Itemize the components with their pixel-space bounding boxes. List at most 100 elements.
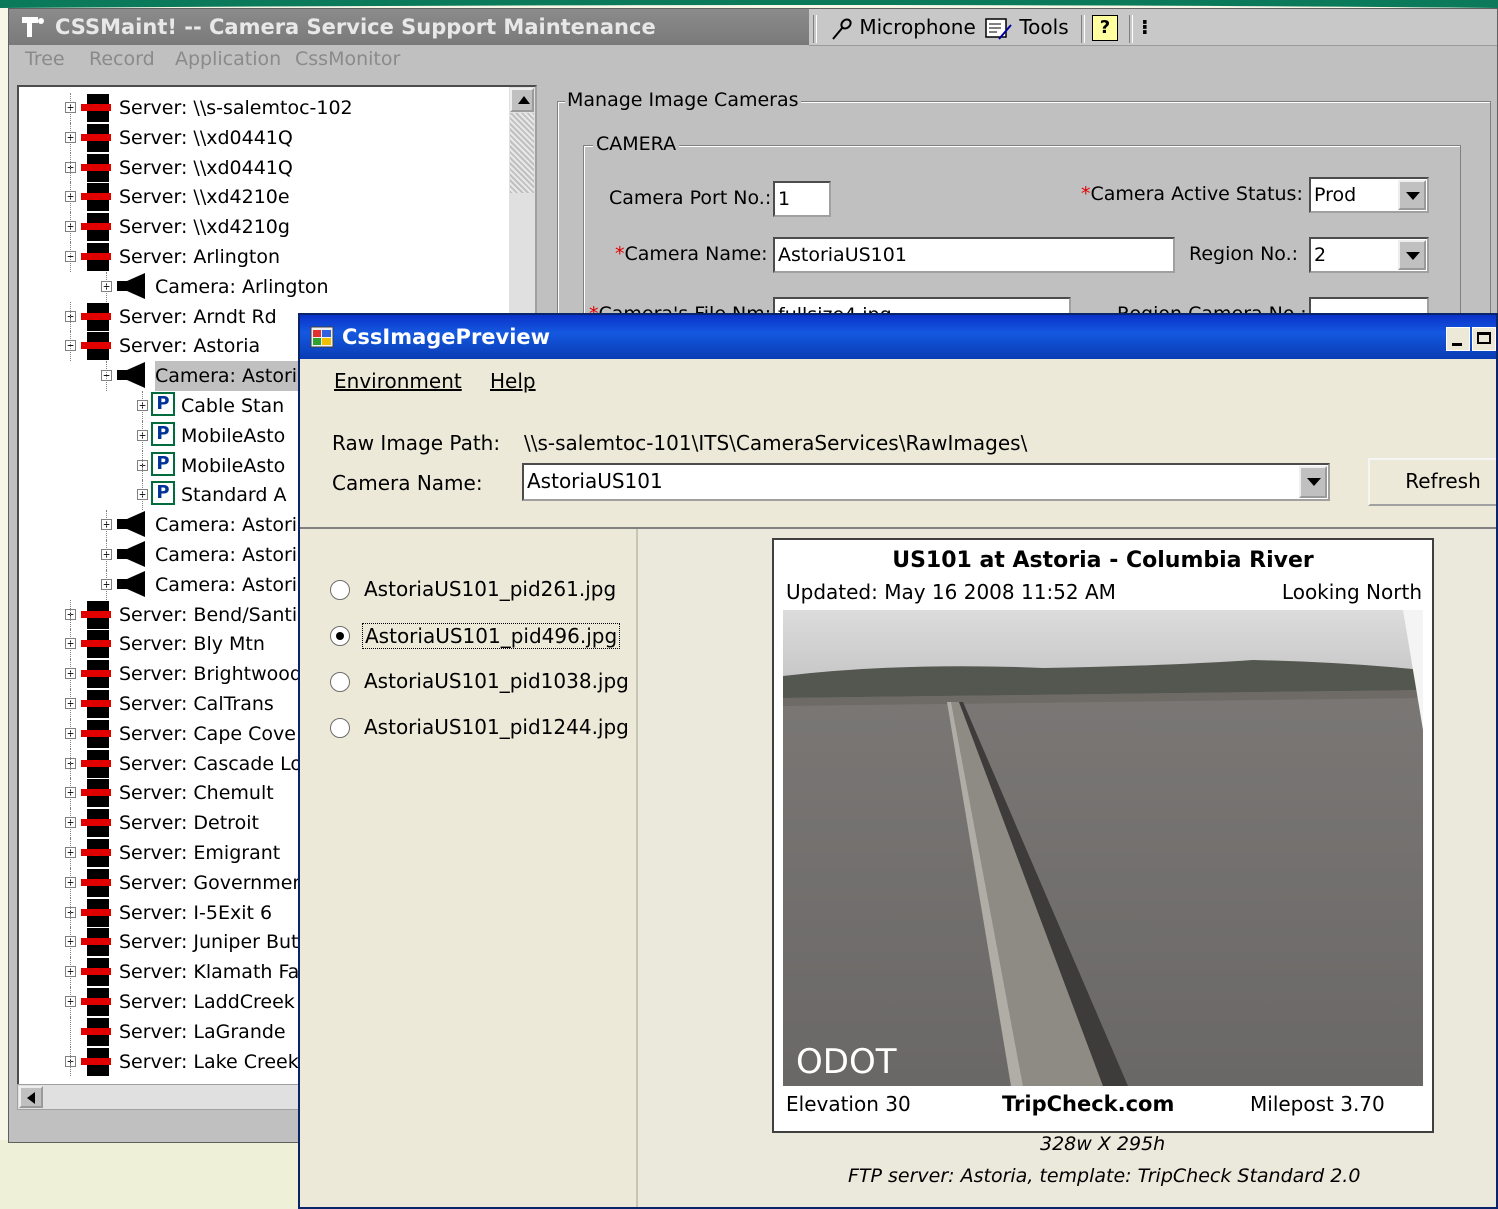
- tree-node-label[interactable]: Camera: Astoria: [155, 510, 309, 540]
- camera-name-combobox[interactable]: AstoriaUS101: [522, 463, 1330, 501]
- file-radio-0[interactable]: [330, 580, 350, 600]
- help-button[interactable]: ?: [1092, 15, 1118, 41]
- tree-node-label[interactable]: Camera: Astoria: [155, 361, 309, 392]
- dropdown-arrow-icon[interactable]: [1398, 180, 1426, 210]
- tree-node-label[interactable]: Server: LaddCreek: [119, 987, 295, 1017]
- tree-node-label[interactable]: Server: Bend/Santi: [119, 600, 297, 630]
- cssmaint-title-text: CSSMaint! -- Camera Service Support Main…: [55, 15, 656, 39]
- file-radio-3[interactable]: [330, 718, 350, 738]
- cssmaint-title-bar: CSSMaint! -- Camera Service Support Main…: [9, 9, 809, 45]
- camera-icon: [117, 511, 145, 538]
- region-select[interactable]: 2: [1309, 237, 1429, 273]
- tree-connector: [70, 182, 71, 213]
- file-label-2[interactable]: AstoriaUS101_pid1038.jpg: [364, 669, 629, 693]
- menu-environment[interactable]: Environment: [334, 369, 462, 393]
- tree-node-label[interactable]: Standard A: [181, 480, 286, 510]
- microphone-icon: [832, 18, 852, 40]
- tree-node-label[interactable]: Camera: Astoria: [155, 540, 309, 570]
- tree-node-label[interactable]: Server: Emigrant: [119, 838, 280, 868]
- tree-connector: [70, 689, 71, 719]
- tools-button[interactable]: Tools: [985, 9, 1069, 45]
- manage-cameras-form: Manage Image Cameras CAMERA Camera Port …: [549, 87, 1498, 347]
- file-radio-2[interactable]: [330, 672, 350, 692]
- tree-node-label[interactable]: Server: CalTrans: [119, 689, 274, 719]
- server-icon: [81, 809, 111, 838]
- tree-node-label[interactable]: Server: Arlington: [119, 242, 280, 272]
- scroll-left-button[interactable]: [19, 1086, 43, 1108]
- tree-node-label[interactable]: Cable Stan: [181, 391, 284, 421]
- toolbar-overflow-handle[interactable]: ⁝: [1141, 9, 1149, 45]
- dropdown-arrow-icon[interactable]: [1299, 466, 1327, 498]
- menu-tree[interactable]: Tree: [25, 48, 65, 70]
- tree-node-label[interactable]: Server: \\s-salemtoc-102: [119, 93, 353, 123]
- tree-node-label[interactable]: Server: Detroit: [119, 808, 259, 838]
- menu-help[interactable]: Help: [490, 369, 536, 393]
- menu-environment-label: Environment: [334, 369, 462, 393]
- tree-node-label[interactable]: MobileAsto: [181, 451, 285, 481]
- tools-label: Tools: [1019, 15, 1069, 39]
- camera-name-input[interactable]: AstoriaUS101: [773, 237, 1175, 273]
- dropdown-arrow-icon[interactable]: [1398, 240, 1426, 270]
- camera-active-status-select[interactable]: Prod: [1309, 177, 1429, 213]
- tree-node-label[interactable]: Server: LaGrande: [119, 1017, 286, 1047]
- tree-node-label[interactable]: Server: Lake Creek: [119, 1047, 299, 1077]
- camera-name-combobox-value: AstoriaUS101: [527, 469, 663, 493]
- main-menubar: Tree Record Application CssMonitor: [9, 45, 809, 77]
- menu-record[interactable]: Record: [89, 48, 155, 70]
- tree-node-label[interactable]: Camera: Astoria: [155, 570, 309, 600]
- profile-icon: P: [151, 392, 175, 416]
- preview-header-panel: Raw Image Path: \\s-salemtoc-101\ITS\Cam…: [300, 403, 1496, 529]
- microphone-button[interactable]: Microphone: [829, 9, 976, 45]
- menu-help-label: Help: [490, 369, 536, 393]
- maximize-button[interactable]: [1472, 327, 1496, 351]
- tree-node-label[interactable]: Server: Astoria: [119, 331, 260, 361]
- tree-connector: [70, 957, 71, 987]
- tree-node-label[interactable]: Server: Juniper But: [119, 927, 299, 957]
- server-icon: [81, 94, 111, 122]
- tree-node-label[interactable]: Server: Klamath Fa: [119, 957, 299, 987]
- tree-connector: [70, 1046, 71, 1077]
- tree-node-label[interactable]: Server: \\xd4210g: [119, 212, 290, 242]
- server-icon: [81, 332, 111, 361]
- file-radio-1[interactable]: [330, 626, 350, 646]
- tree-node-label[interactable]: Camera: Arlington: [155, 272, 329, 302]
- profile-icon: P: [151, 451, 175, 476]
- file-label-3[interactable]: AstoriaUS101_pid1244.jpg: [364, 715, 629, 739]
- tree-node-label[interactable]: Server: \\xd0441Q: [119, 123, 293, 153]
- tree-node-label[interactable]: MobileAsto: [181, 421, 285, 451]
- tree-node-label[interactable]: Server: Bly Mtn: [119, 629, 265, 659]
- tree-node-label[interactable]: Server: Arndt Rd: [119, 302, 277, 332]
- tree-connector: [106, 569, 107, 600]
- tree-node-label[interactable]: Server: Cape Cove: [119, 719, 296, 749]
- refresh-button[interactable]: Refresh: [1368, 458, 1496, 506]
- file-label-1[interactable]: AstoriaUS101_pid496.jpg: [362, 623, 621, 649]
- tree-node-label[interactable]: Server: I-5Exit 6: [119, 898, 272, 928]
- tree-node-label[interactable]: Server: Governmen: [119, 868, 304, 898]
- server-icon: [81, 660, 111, 689]
- manage-image-cameras-title: Manage Image Cameras: [565, 89, 801, 111]
- camera-port-input[interactable]: 1: [773, 181, 831, 217]
- menu-application[interactable]: Application: [175, 48, 281, 70]
- tree-connector: [70, 659, 71, 689]
- tree-node-label[interactable]: Server: Chemult: [119, 778, 274, 808]
- tree-connector: [70, 808, 71, 838]
- camera-name-label: *Camera Name:: [615, 243, 768, 265]
- preview-title-bar: CssImagePreview: [300, 315, 1496, 359]
- tree-node-label[interactable]: Server: \\xd0441Q: [119, 153, 293, 183]
- tree-node-label[interactable]: Server: Cascade Lo: [119, 749, 302, 779]
- tree-node-label[interactable]: Server: \\xd4210e: [119, 182, 290, 212]
- menu-cssmonitor[interactable]: CssMonitor: [295, 48, 400, 70]
- server-icon: [81, 868, 111, 897]
- file-label-0[interactable]: AstoriaUS101_pid261.jpg: [364, 577, 616, 601]
- tree-connector: [106, 361, 107, 391]
- scroll-up-button[interactable]: [510, 88, 534, 112]
- scroll-thumb[interactable]: [510, 113, 534, 193]
- tree-connector: [142, 480, 143, 511]
- odot-watermark: ODOT: [796, 1042, 897, 1082]
- tree-node-label[interactable]: Server: Brightwood: [119, 659, 302, 689]
- minimize-button[interactable]: [1446, 327, 1470, 351]
- tree-connector: [70, 987, 71, 1017]
- raw-image-path-label: Raw Image Path:: [332, 431, 501, 455]
- image-direction: Looking North: [1281, 580, 1422, 604]
- toolbar-separator: [1129, 15, 1133, 43]
